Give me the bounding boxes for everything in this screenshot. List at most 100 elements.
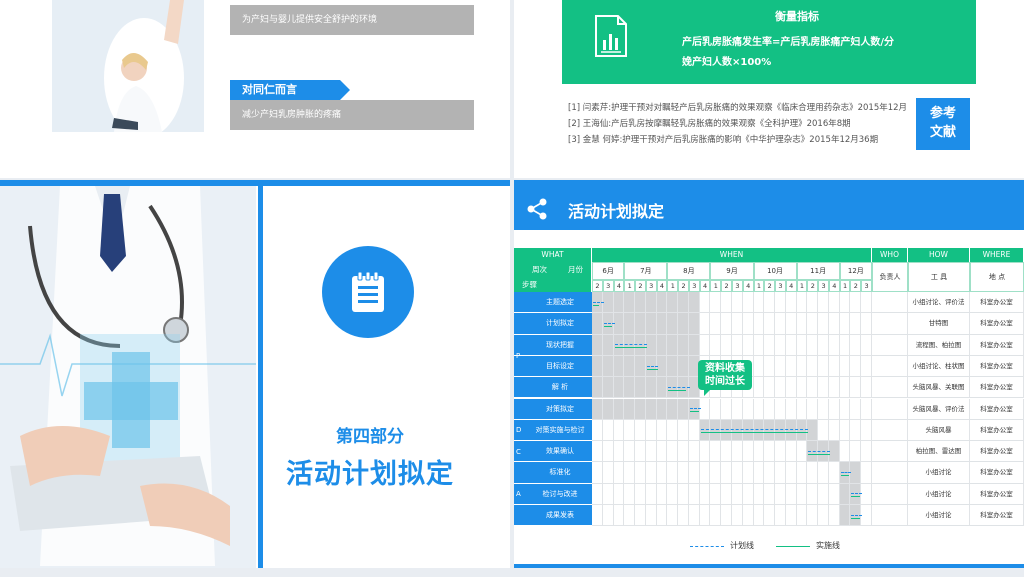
header-place: 地 点 xyxy=(970,262,1024,292)
gantt-grid-cell xyxy=(602,292,614,314)
gantt-grid-cell xyxy=(624,398,636,420)
gantt-grid-cell xyxy=(839,377,851,399)
colleague-tag: 对同仁而言 xyxy=(230,80,350,100)
gantt-grid-cell xyxy=(635,462,646,484)
gantt-grid-cell xyxy=(699,505,711,527)
gantt-grid-cell xyxy=(807,377,819,399)
gantt-grid-cell xyxy=(785,441,797,463)
gantt-grid-cell xyxy=(861,398,872,420)
gantt-grid-cell xyxy=(645,441,657,463)
gantt-grid-cell xyxy=(710,441,722,463)
gantt-grid-cell xyxy=(656,355,668,378)
gantt-grid-cell xyxy=(624,377,636,399)
month-cell: 9月 xyxy=(710,262,754,280)
gantt-grid-cell xyxy=(796,419,808,442)
gantt-grid-cell xyxy=(732,419,743,442)
gantt-grid-cell xyxy=(721,505,732,527)
gantt-grid-cell xyxy=(796,462,808,484)
gantt-grid-cell xyxy=(785,355,797,378)
gantt-grid-cell xyxy=(807,355,819,378)
gantt-grid-cell xyxy=(592,292,603,314)
gantt-grid-cell xyxy=(645,313,657,335)
week-cell: 1 xyxy=(710,280,722,292)
gantt-grid-cell xyxy=(828,419,840,442)
gantt-grid-cell xyxy=(678,505,689,527)
slide-goals[interactable]: 为产妇与婴儿提供安全舒护的环境 对同仁而言 减少产妇乳房肿胀的疼痛 xyxy=(0,0,510,178)
slide-gantt[interactable]: 活动计划拟定 WHAT WHEN WHO HOW WHERE 周次 月份 步骤 … xyxy=(514,180,1024,568)
gantt-step-row: 对策拟定 xyxy=(514,398,592,420)
gantt-grid-cell xyxy=(861,292,872,314)
header-how: HOW xyxy=(908,248,970,262)
gantt-grid-cell xyxy=(850,462,862,484)
week-cell: 4 xyxy=(828,280,840,292)
gantt-grid-cell xyxy=(678,398,689,420)
gantt-grid-cell xyxy=(764,462,776,484)
week-cell: 3 xyxy=(818,280,829,292)
gantt-grid-cell xyxy=(624,313,636,335)
gantt-grid-cell xyxy=(667,292,679,314)
divider-bar xyxy=(258,186,263,568)
gantt-grid-cell xyxy=(688,334,700,356)
week-cell: 1 xyxy=(624,280,636,292)
actual-line xyxy=(700,432,809,434)
week-cell: 4 xyxy=(699,280,711,292)
gantt-grid-cell xyxy=(828,441,840,463)
gantt-grid-cell xyxy=(839,355,851,378)
tool-cell: 小组讨论、柱状图 xyxy=(908,355,970,378)
gantt-grid-cell xyxy=(753,441,765,463)
person-cell xyxy=(872,398,908,420)
week-cell: 2 xyxy=(764,280,776,292)
month-cell: 8月 xyxy=(667,262,711,280)
gantt-grid-cell xyxy=(688,441,700,463)
gantt-grid-cell xyxy=(656,313,668,335)
gantt-grid-cell xyxy=(656,483,668,505)
person-cell xyxy=(872,377,908,399)
gantt-grid-cell xyxy=(710,334,722,356)
gantt-grid-cell xyxy=(592,355,603,378)
gantt-grid-cell xyxy=(775,398,786,420)
gantt-grid-cell xyxy=(742,398,754,420)
gantt-grid-cell xyxy=(624,483,636,505)
gantt-grid-cell xyxy=(667,398,679,420)
header-when: WHEN xyxy=(592,248,872,262)
step-label: 标准化 xyxy=(549,468,571,477)
week-cell: 3 xyxy=(861,280,872,292)
gantt-grid-cell xyxy=(818,419,829,442)
slide-section-title[interactable]: 第四部分 活动计划拟定 xyxy=(0,180,510,568)
reference-3: [3] 金慧 何婷:护理干预对产后乳房胀痛的影响《中华护理杂志》2015年12月… xyxy=(568,135,879,145)
step-label: 成果发表 xyxy=(546,511,574,519)
step-label: 效果确认 xyxy=(546,447,574,456)
header-tool: 工 具 xyxy=(908,262,970,292)
phase-p: P xyxy=(516,352,521,360)
header-who: WHO xyxy=(872,248,908,262)
plan-line xyxy=(851,514,863,516)
gantt-grid-cell xyxy=(818,462,829,484)
gantt-grid-cell xyxy=(688,462,700,484)
gantt-grid-cell xyxy=(721,313,732,335)
gantt-grid-cell xyxy=(818,377,829,399)
gantt-grid-cell xyxy=(785,377,797,399)
gantt-grid-cell xyxy=(624,292,636,314)
place-cell: 科室办公室 xyxy=(970,419,1024,442)
gantt-grid-cell xyxy=(764,292,776,314)
gantt-grid-cell xyxy=(742,505,754,527)
gantt-grid-cell xyxy=(839,313,851,335)
gantt-grid-cell xyxy=(645,462,657,484)
gantt-grid-cell xyxy=(775,441,786,463)
gantt-grid-cell xyxy=(688,313,700,335)
gantt-grid-cell xyxy=(828,462,840,484)
gantt-grid-cell xyxy=(775,313,786,335)
gantt-grid-cell xyxy=(613,462,625,484)
gantt-grid-cell xyxy=(785,483,797,505)
callout-line1: 资料收集 xyxy=(705,363,745,374)
gantt-grid-cell xyxy=(839,505,851,527)
clipboard-icon-circle xyxy=(322,246,414,338)
gantt-grid-cell xyxy=(613,505,625,527)
slide-metrics[interactable]: 衡量指标 产后乳房胀痛发生率=产后乳房胀痛产妇人数/分 娩产妇人数×100% [… xyxy=(514,0,1024,178)
gantt-grid-cell xyxy=(861,462,872,484)
gantt-grid-cell xyxy=(667,483,679,505)
gantt-grid-cell xyxy=(850,355,862,378)
legend-actual-label: 实施线 xyxy=(816,541,840,550)
gantt-grid-cell xyxy=(721,483,732,505)
gantt-grid-cell xyxy=(645,483,657,505)
